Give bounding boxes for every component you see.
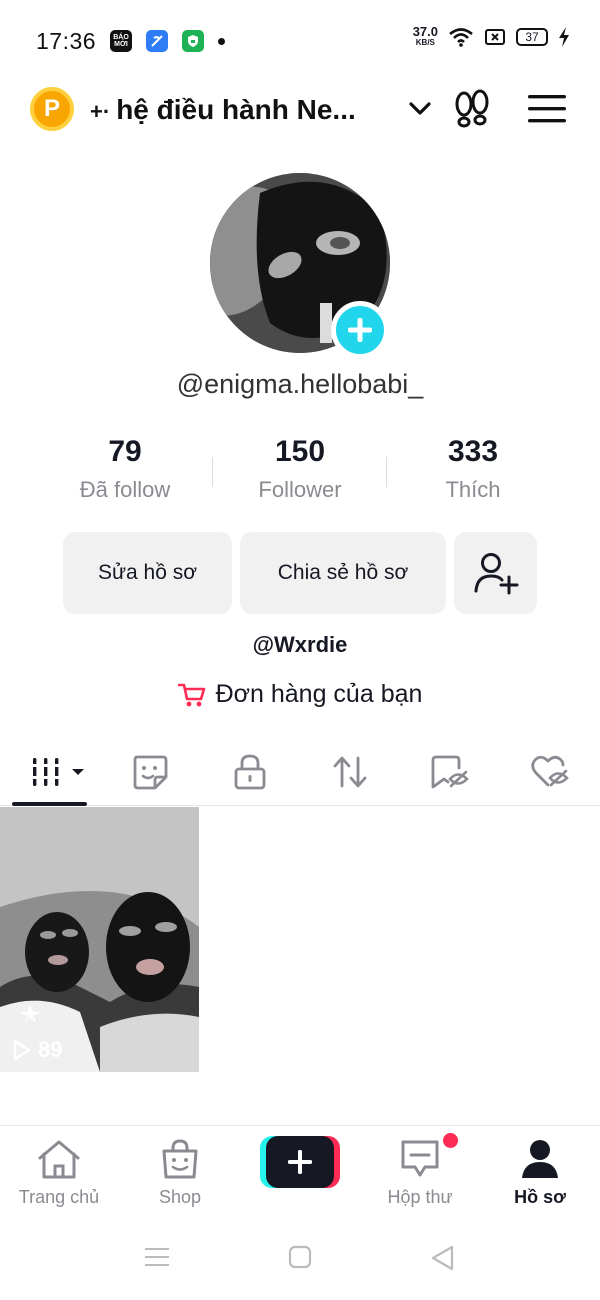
bottom-nav: Trang chủ Shop Hộp thư Hồ sơ: [0, 1125, 600, 1215]
orders-link[interactable]: Đơn hàng của bạn: [0, 680, 600, 709]
footprints-icon[interactable]: [452, 88, 492, 130]
charging-icon: [559, 27, 569, 47]
nav-home[interactable]: Trang chủ: [4, 1138, 114, 1208]
bookmark-hidden-icon: [431, 755, 469, 789]
chevron-down-icon[interactable]: [406, 94, 434, 122]
nav-label: Hộp thư: [387, 1187, 453, 1207]
account-switcher[interactable]: +· hệ điều hành Ne...: [90, 94, 356, 126]
stat-label: Đã follow: [79, 477, 171, 502]
video-caption: 빨간 예쁜: [22, 1014, 58, 1024]
stat-label: Thích: [445, 477, 501, 502]
shield-icon: [182, 30, 204, 52]
video-thumbnail[interactable]: 빨간 예쁜 89: [0, 807, 199, 1072]
play-icon: [13, 1039, 31, 1061]
tab-liked[interactable]: [528, 750, 572, 794]
stat-label: Follower: [258, 477, 342, 502]
content-tabs: [0, 740, 600, 806]
tab-videos[interactable]: [28, 750, 88, 794]
system-nav-bar: [0, 1225, 600, 1300]
wifi-icon: [449, 28, 473, 47]
stat-following[interactable]: 79 Đã follow: [35, 435, 215, 503]
notification-dot-icon: [218, 37, 225, 45]
recents-icon[interactable]: [144, 1245, 170, 1269]
grid-icon: [30, 758, 84, 786]
active-tab-indicator: [12, 802, 87, 806]
nav-shop[interactable]: Shop: [125, 1138, 235, 1208]
profile-bio: @Wxrdie: [252, 632, 348, 657]
add-avatar-button[interactable]: [331, 301, 389, 359]
nav-profile[interactable]: Hồ sơ: [485, 1138, 595, 1208]
nav-label: Hồ sơ: [514, 1187, 566, 1207]
account-name: hệ điều hành Ne...: [116, 94, 356, 125]
profile-header: P +· hệ điều hành Ne...: [0, 84, 600, 134]
status-right: 37.0 KB/S 37: [412, 24, 570, 48]
menu-icon[interactable]: [528, 94, 566, 124]
notification-icons: BÁO MỚI: [110, 30, 225, 52]
repost-icon: [333, 756, 367, 788]
lock-icon: [234, 754, 266, 790]
heart-hidden-icon: [531, 755, 569, 787]
share-profile-button[interactable]: Chia sẻ hồ sơ: [240, 532, 446, 614]
profile-handle: @enigma.hellobabi_: [176, 369, 424, 399]
create-button[interactable]: [260, 1136, 340, 1188]
stat-value: 79: [108, 435, 142, 468]
edit-profile-button[interactable]: Sửa hồ sơ: [63, 532, 232, 614]
sticker-icon: [133, 755, 168, 790]
stat-value: 333: [447, 435, 499, 468]
stat-value: 150: [274, 435, 326, 468]
nav-inbox[interactable]: Hộp thư: [365, 1138, 475, 1208]
status-bar: 17:36 BÁO MỚI 37.0 KB/S 37: [0, 0, 600, 80]
coin-icon[interactable]: P: [30, 87, 74, 131]
battery-icon: 37: [516, 28, 548, 46]
stat-likes[interactable]: 333 Thích: [383, 435, 563, 503]
home-icon: [38, 1140, 80, 1179]
add-friend-button[interactable]: [454, 532, 537, 614]
profile-icon: [522, 1140, 558, 1178]
tab-private[interactable]: [228, 750, 272, 794]
tab-reposts[interactable]: [328, 750, 372, 794]
shopping-bag-icon: [162, 1139, 198, 1179]
status-time: 17:36: [36, 28, 97, 54]
plus-icon: [288, 1150, 312, 1174]
inbox-icon: [401, 1140, 439, 1177]
baomoi-icon: BÁO MỚI: [110, 30, 132, 52]
nav-label: Shop: [158, 1187, 202, 1207]
spark-text: +·: [90, 99, 111, 124]
plus-icon: [348, 318, 372, 342]
screen-record-icon: [485, 29, 505, 45]
add-person-icon: [474, 553, 518, 595]
video-views: 89: [12, 1037, 62, 1063]
home-button-icon[interactable]: [288, 1245, 312, 1269]
inbox-badge-dot: [443, 1133, 458, 1148]
nav-label: Trang chủ: [18, 1187, 100, 1207]
orders-label: Đơn hàng của bạn: [215, 680, 423, 708]
tab-stickers[interactable]: [128, 750, 172, 794]
cart-icon: [177, 683, 205, 706]
network-speed: 37.0 KB/S: [412, 24, 438, 47]
views-count: 89: [38, 1037, 63, 1062]
profile-stats: 79 Đã follow 150 Follower 333 Thích: [0, 435, 600, 515]
back-icon[interactable]: [430, 1245, 456, 1271]
tab-favorites[interactable]: [428, 750, 472, 794]
browser-icon: [146, 30, 168, 52]
stat-followers[interactable]: 150 Follower: [210, 435, 390, 503]
